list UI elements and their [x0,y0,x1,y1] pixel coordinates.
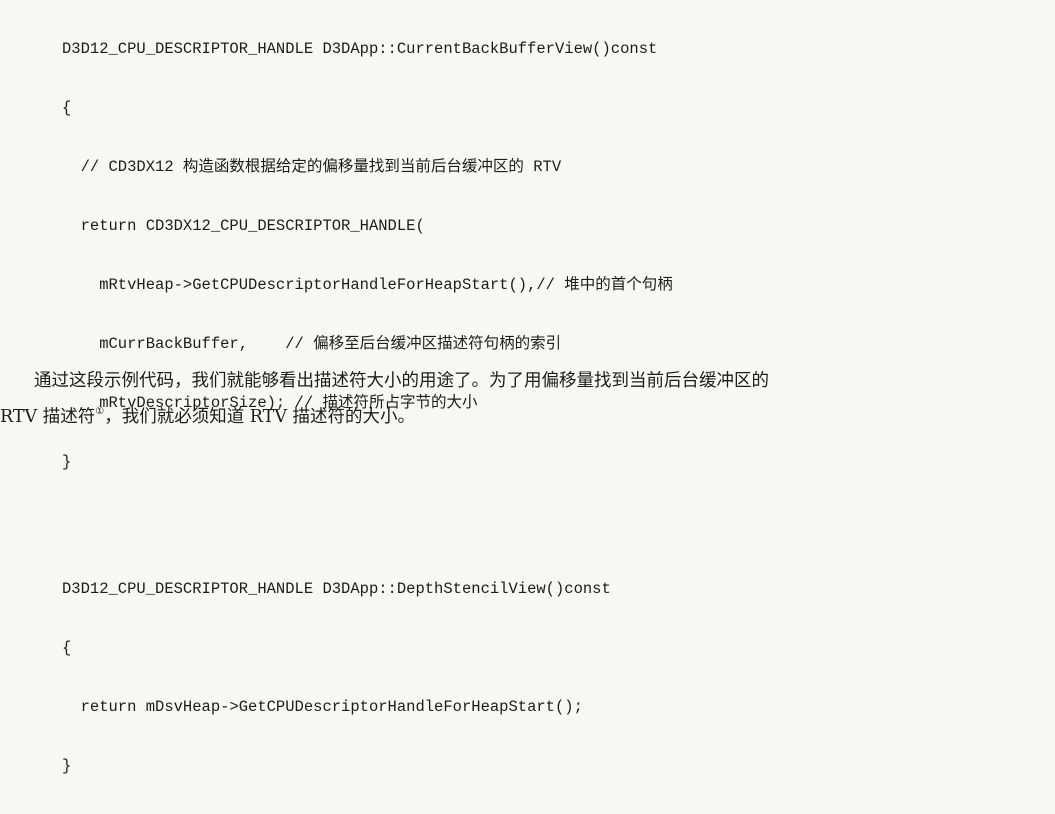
code-line: } [62,453,72,471]
code-line: } [62,757,72,775]
body-paragraph: 通过这段示例代码，我们就能够看出描述符大小的用途了。为了用偏移量找到当前后台缓冲… [0,363,1055,435]
code-line: D3D12_CPU_DESCRIPTOR_HANDLE D3DApp::Curr… [62,40,658,58]
code-line: mRtvHeap->GetCPUDescriptorHandleForHeapS… [62,276,673,294]
code-line: return mDsvHeap->GetCPUDescriptorHandleF… [62,698,583,716]
paragraph-line: 通过这段示例代码，我们就能够看出描述符大小的用途了。为了用偏移量找到当前后台缓冲… [34,371,769,391]
paragraph-text: ，我们就必须知道 RTV 描述符的大小。 [104,407,416,427]
code-line: mCurrBackBuffer, // 偏移至后台缓冲区描述符句柄的索引 [62,335,562,353]
paragraph-line: RTV 描述符①，我们就必须知道 RTV 描述符的大小。 [0,399,1055,435]
footnote-marker[interactable]: ① [95,406,104,417]
code-line: D3D12_CPU_DESCRIPTOR_HANDLE D3DApp::Dept… [62,580,611,598]
book-page: D3D12_CPU_DESCRIPTOR_HANDLE D3DApp::Curr… [0,0,1055,775]
code-line: { [62,99,72,117]
code-line: { [62,639,72,657]
code-comment-line: // CD3DX12 构造函数根据给定的偏移量找到当前后台缓冲区的 RTV [62,158,562,176]
code-line: return CD3DX12_CPU_DESCRIPTOR_HANDLE( [62,217,425,235]
paragraph-text: RTV 描述符 [0,407,96,427]
